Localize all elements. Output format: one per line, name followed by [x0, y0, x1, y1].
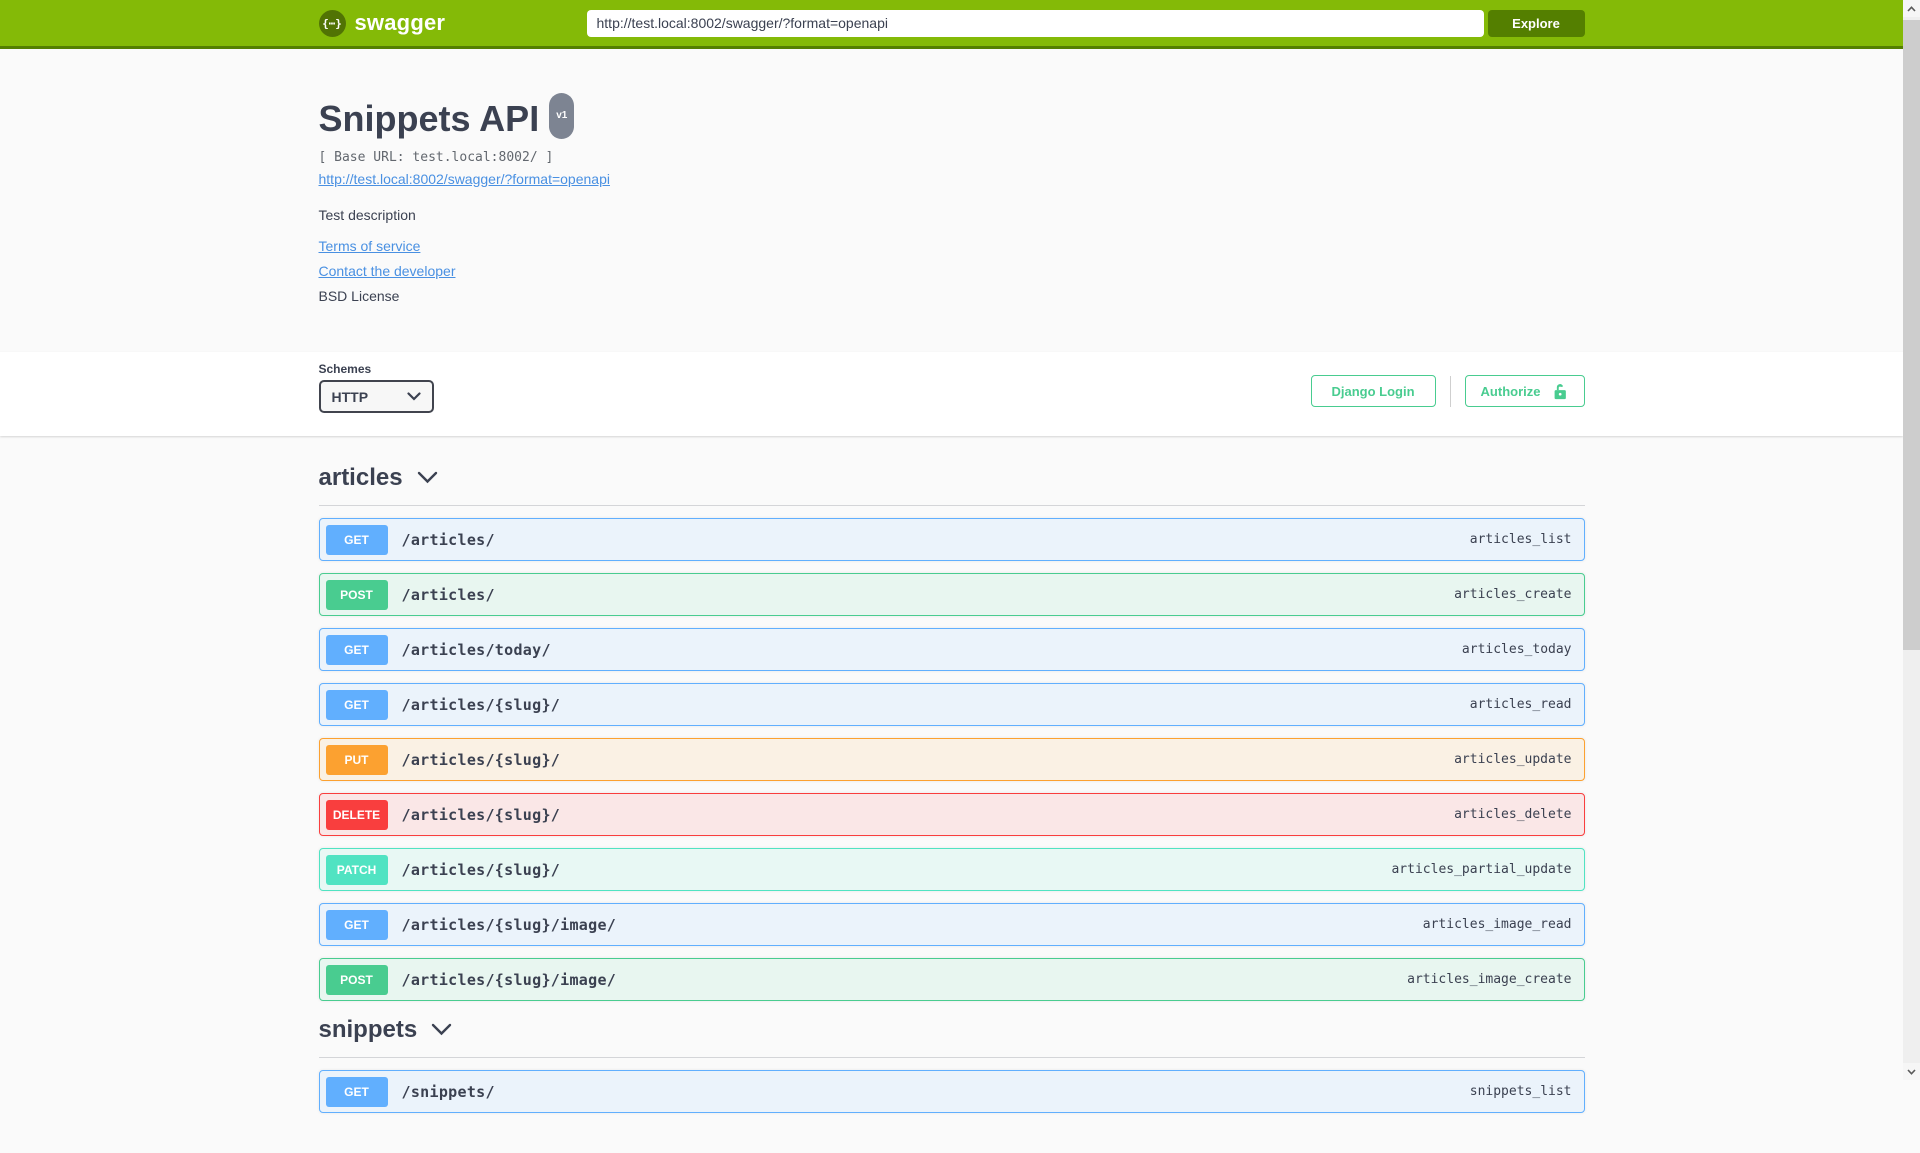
operation-row[interactable]: GET /articles/today/ articles_today [318, 628, 1585, 671]
authorize-button[interactable]: Authorize [1464, 375, 1585, 407]
operation-path: /articles/{slug}/ [401, 860, 561, 879]
operation-id: articles_image_create [1407, 972, 1572, 987]
chevron-down-icon [417, 471, 437, 484]
terms-of-service-link[interactable]: Terms of service [319, 238, 421, 255]
schemes-block: Schemes HTTP [318, 362, 434, 413]
schemes-label: Schemes [318, 362, 372, 376]
base-url: [ Base URL: test.local:8002/ ] [318, 150, 554, 165]
operations-list: articles GET /articles/ articles_list PO… [318, 436, 1585, 1153]
method-badge: POST [325, 579, 388, 610]
method-badge: PATCH [325, 854, 388, 885]
scheme-selected-value: HTTP [331, 388, 369, 405]
operation-row[interactable]: GET /articles/{slug}/ articles_read [318, 683, 1585, 726]
explore-form: Explore [586, 9, 1585, 37]
scrollbar[interactable] [1903, 0, 1920, 1080]
chevron-down-icon [406, 392, 421, 401]
method-badge: GET [325, 909, 388, 940]
tag-section-snippets: snippets GET /snippets/ snippets_list [318, 1015, 1585, 1113]
api-info-section: Snippets API v1 [ Base URL: test.local:80… [0, 49, 1903, 352]
scrollbar-down-icon [1907, 1068, 1916, 1075]
method-badge: GET [325, 689, 388, 720]
operation-id: articles_delete [1454, 807, 1572, 822]
explore-button[interactable]: Explore [1487, 9, 1585, 37]
operation-row[interactable]: PATCH /articles/{slug}/ articles_partial… [318, 848, 1585, 891]
tag-header[interactable]: articles [318, 463, 1585, 506]
operation-path: /articles/{slug}/image/ [401, 970, 617, 989]
tag-header[interactable]: snippets [318, 1015, 1585, 1058]
brand-name: swagger [354, 10, 446, 35]
operation-row[interactable]: DELETE /articles/{slug}/ articles_delete [318, 793, 1585, 836]
tag-name: snippets [318, 1016, 418, 1043]
lock-open-icon [1554, 383, 1566, 399]
brand-link[interactable]: {⋯} swagger [318, 9, 446, 37]
operation-id: articles_image_read [1422, 917, 1572, 932]
authorize-label: Authorize [1480, 383, 1541, 399]
method-badge: PUT [325, 744, 388, 775]
operation-path: /articles/ [401, 585, 495, 604]
operation-row[interactable]: GET /snippets/ snippets_list [318, 1070, 1585, 1113]
page-title: Snippets API v1 [318, 93, 1585, 145]
auth-wrapper: Django Login Authorize [1310, 375, 1585, 407]
method-badge: POST [325, 964, 388, 995]
operation-id: articles_partial_update [1391, 862, 1572, 877]
operation-path: /articles/{slug}/ [401, 750, 561, 769]
chevron-down-icon [431, 1023, 452, 1036]
scrollbar-down-button[interactable] [1903, 1063, 1920, 1080]
scheme-select[interactable]: HTTP [318, 380, 434, 413]
method-badge: DELETE [325, 799, 388, 830]
spec-link[interactable]: http://test.local:8002/swagger/?format=o… [319, 171, 610, 187]
operation-id: articles_list [1469, 532, 1572, 547]
operation-row[interactable]: POST /articles/{slug}/image/ articles_im… [318, 958, 1585, 1001]
api-description: Test description [318, 207, 416, 223]
operation-path: /articles/{slug}/ [401, 805, 561, 824]
operation-path: /articles/{slug}/image/ [401, 915, 617, 934]
scrollbar-up-button[interactable] [1903, 0, 1920, 17]
operation-id: articles_update [1454, 752, 1572, 767]
method-badge: GET [325, 634, 388, 665]
operation-row[interactable]: GET /articles/ articles_list [318, 518, 1585, 561]
license-text: BSD License [318, 288, 400, 304]
swagger-page: {⋯} swagger Explore Snippets APIv1 [ Bas… [0, 0, 1903, 1153]
scrollbar-up-icon [1907, 5, 1916, 12]
operation-id: articles_today [1461, 642, 1572, 657]
operation-path: /articles/ [401, 530, 495, 549]
operation-path: /articles/{slug}/ [401, 695, 561, 714]
tag-name: articles [318, 464, 403, 491]
operation-row[interactable]: POST /articles/ articles_create [318, 573, 1585, 616]
operation-row[interactable]: GET /articles/{slug}/image/ articles_ima… [318, 903, 1585, 946]
method-badge: GET [325, 524, 388, 555]
method-badge: GET [325, 1076, 388, 1107]
swagger-logo-icon: {⋯} [318, 9, 346, 37]
scrollbar-thumb[interactable] [1903, 20, 1920, 650]
tag-section-articles: articles GET /articles/ articles_list PO… [318, 463, 1585, 1001]
operation-row[interactable]: PUT /articles/{slug}/ articles_update [318, 738, 1585, 781]
contact-developer-link[interactable]: Contact the developer [319, 263, 456, 280]
operation-path: /articles/today/ [401, 640, 551, 659]
spec-url-input[interactable] [586, 9, 1484, 37]
operation-id: articles_create [1454, 587, 1572, 602]
topbar: {⋯} swagger Explore [0, 0, 1903, 49]
scheme-container: Schemes HTTP Django Login Authorize [0, 352, 1903, 436]
operation-path: /snippets/ [401, 1082, 495, 1101]
api-title-text: Snippets API [318, 98, 540, 139]
operation-id: snippets_list [1469, 1084, 1572, 1099]
operation-id: articles_read [1469, 697, 1572, 712]
django-login-button[interactable]: Django Login [1310, 375, 1436, 407]
auth-divider [1449, 375, 1451, 407]
version-badge: v1 [549, 93, 575, 139]
